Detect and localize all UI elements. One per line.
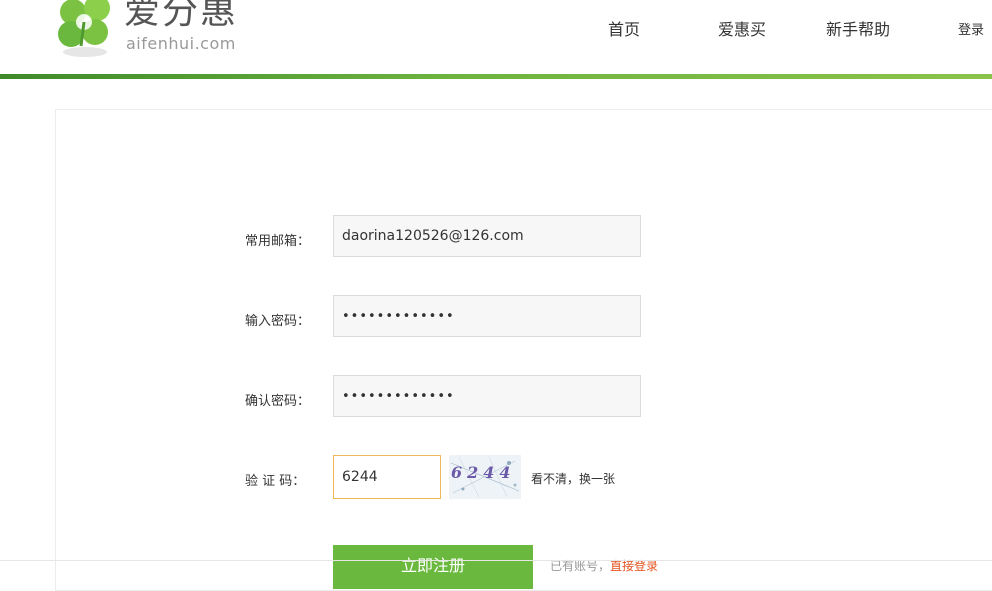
bottom-border <box>0 560 992 561</box>
direct-login-link[interactable]: 直接登录 <box>610 559 658 573</box>
login-hint-text: 已有账号， <box>550 559 611 573</box>
confirm-password-label: 确认密码： <box>245 394 311 409</box>
site-header: 爱分惠 aifenhui.com 首页 爱惠买 新手帮助 登录 <box>0 0 992 74</box>
captcha-refresh-link[interactable]: 看不清，换一张 <box>531 470 615 487</box>
password-field[interactable] <box>333 295 641 337</box>
password-label: 输入密码： <box>245 314 311 329</box>
captcha-label: 验 证 码： <box>245 474 306 489</box>
header-divider <box>0 74 992 79</box>
login-link-header[interactable]: 登录 <box>958 19 984 38</box>
captcha-image[interactable]: 6244 <box>449 455 521 499</box>
brand-domain: aifenhui.com <box>126 34 236 53</box>
email-field[interactable] <box>333 215 641 257</box>
captcha-text: 6244 <box>451 463 516 482</box>
nav-help[interactable]: 新手帮助 <box>826 16 890 40</box>
confirm-password-field[interactable] <box>333 375 641 417</box>
brand-name: 爱分惠 <box>124 0 239 32</box>
register-button[interactable]: 立即注册 <box>333 545 533 589</box>
nav-home[interactable]: 首页 <box>608 16 640 40</box>
email-label: 常用邮箱： <box>245 234 311 249</box>
register-panel <box>55 109 992 591</box>
captcha-input[interactable] <box>333 455 441 499</box>
nav-aihuimai[interactable]: 爱惠买 <box>718 16 766 40</box>
clover-logo-icon[interactable] <box>55 0 135 60</box>
